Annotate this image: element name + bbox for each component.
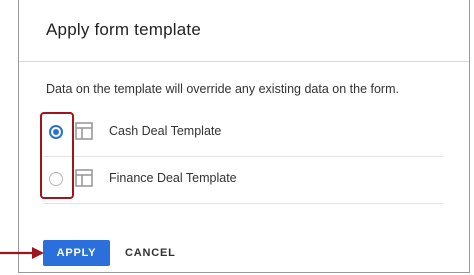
- dialog-title: Apply form template: [46, 20, 201, 39]
- template-option-cash-deal[interactable]: Cash Deal Template: [43, 110, 443, 157]
- dialog-header: Apply form template: [19, 0, 469, 62]
- cancel-button[interactable]: CANCEL: [119, 240, 182, 266]
- pointer-arrow-icon: [0, 247, 44, 259]
- template-icon: [75, 122, 93, 140]
- dialog-description: Data on the template will override any e…: [46, 82, 399, 96]
- option-label: Finance Deal Template: [109, 171, 237, 185]
- template-option-finance-deal[interactable]: Finance Deal Template: [43, 157, 443, 204]
- radio-highlight-annotation: [40, 112, 74, 199]
- option-label: Cash Deal Template: [109, 124, 222, 138]
- apply-form-template-dialog: Apply form template Data on the template…: [18, 0, 470, 273]
- template-icon: [75, 169, 93, 187]
- apply-button[interactable]: APPLY: [43, 240, 110, 266]
